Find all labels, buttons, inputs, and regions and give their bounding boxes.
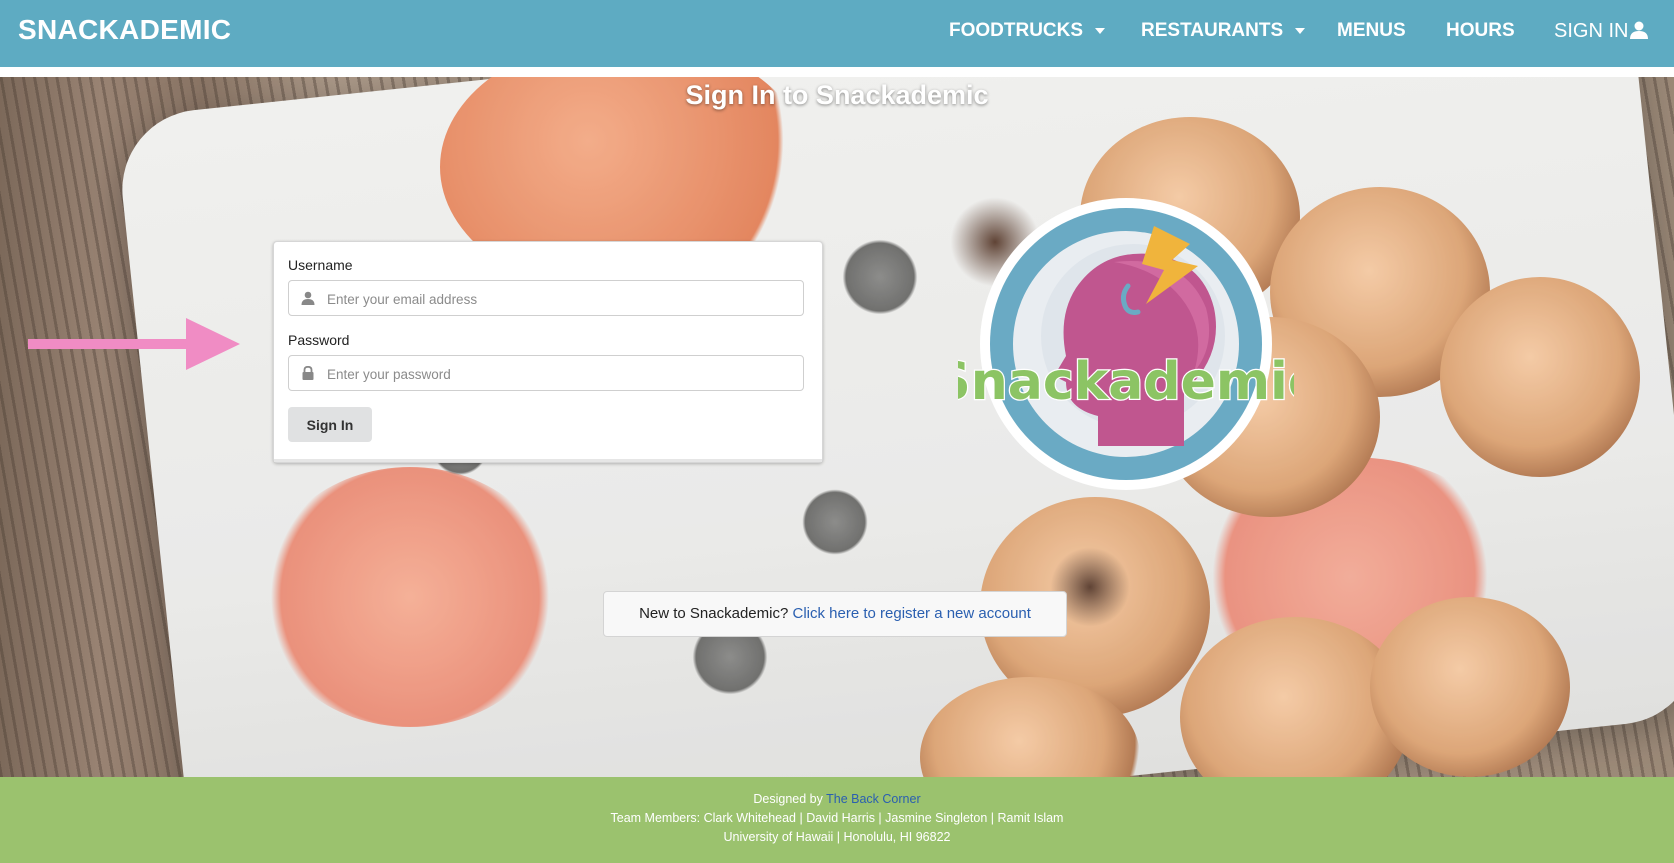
username-label: Username [288, 257, 353, 273]
nav-restaurants-label: RESTAURANTS [1141, 20, 1284, 41]
footer-designed-prefix: Designed by [753, 792, 823, 806]
navbar-divider [0, 67, 1674, 77]
nav-hours-link[interactable]: HOURS [1446, 20, 1515, 42]
footer-address: University of Hawaii | Honolulu, HI 9682… [723, 830, 951, 844]
lock-icon [301, 365, 315, 385]
nav-restaurants-dropdown[interactable]: RESTAURANTS [1141, 20, 1306, 42]
page-title: Sign In to Snackademic [685, 80, 989, 110]
username-input[interactable] [325, 281, 799, 317]
register-prompt: New to Snackademic? [639, 605, 789, 622]
nav-signin-label: SIGN IN [1554, 20, 1629, 42]
register-link[interactable]: Click here to register a new account [792, 605, 1030, 622]
chevron-down-icon [1095, 27, 1106, 34]
top-navbar: SNACKADEMIC FOODTRUCKS RESTAURANTS MENUS… [0, 0, 1674, 67]
pointer-arrow-icon [28, 318, 240, 370]
password-input[interactable] [325, 356, 799, 392]
register-message: New to Snackademic? Click here to regist… [603, 591, 1067, 637]
password-field [288, 355, 804, 392]
footer: Designed by The Back Corner Team Members… [0, 777, 1674, 863]
signin-button[interactable]: Sign In [288, 407, 372, 442]
user-icon [301, 291, 315, 310]
brand-logo-text[interactable]: SNACKADEMIC [18, 14, 231, 46]
nav-foodtrucks-dropdown[interactable]: FOODTRUCKS [949, 20, 1106, 42]
snackademic-logo: Snackademic [958, 198, 1294, 490]
user-icon [1629, 20, 1649, 46]
nav-foodtrucks-label: FOODTRUCKS [949, 20, 1084, 41]
nav-menus-link[interactable]: MENUS [1337, 20, 1406, 42]
footer-designed-by: Designed by The Back Corner [0, 792, 1674, 806]
footer-designer-link[interactable]: The Back Corner [826, 792, 920, 806]
footer-team-members: Team Members: Clark Whitehead | David Ha… [610, 811, 1064, 825]
password-label: Password [288, 332, 350, 348]
chevron-down-icon [1295, 27, 1306, 34]
signin-form: Username Password Sign In [273, 241, 823, 463]
username-field [288, 280, 804, 317]
logo-text: Snackademic [958, 352, 1294, 412]
nav-signin-link[interactable]: SIGN IN [1554, 20, 1649, 46]
hero-background-image [0, 77, 1674, 777]
